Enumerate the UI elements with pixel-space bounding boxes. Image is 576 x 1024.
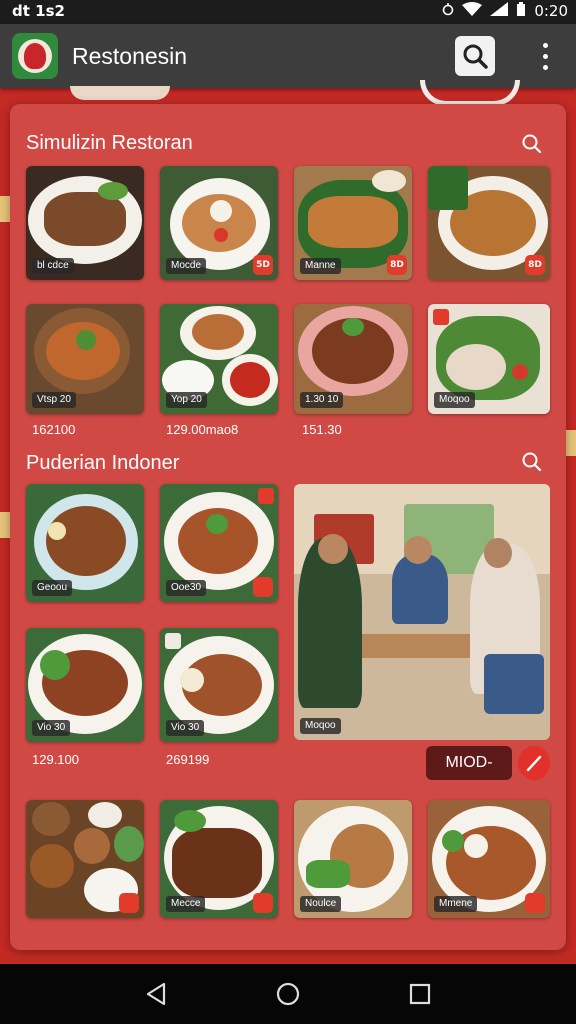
signal-icon [490,2,509,20]
search-icon [522,134,542,154]
nav-back-icon[interactable] [144,982,168,1006]
menu-item-card[interactable]: Mecce [160,800,278,918]
menu-item-card[interactable]: 1.30 10 [294,304,412,414]
navigation-bar [0,964,576,1024]
edit-button[interactable] [518,746,550,780]
menu-item-card[interactable]: Yop 20 [160,304,278,414]
menu-action-button[interactable]: MIOD- [426,746,512,780]
item-badge[interactable] [253,577,273,597]
item-corner-badge [433,309,449,325]
section-title: Puderian Indoner [26,452,180,474]
item-tag: Noulce [300,896,342,912]
status-bar: dt 1s2 0:20 [0,0,576,24]
item-tag: Mecce [166,896,206,912]
background-decor [566,430,576,456]
alarm-icon [442,2,454,20]
search-icon [463,44,488,69]
restaurant-photo[interactable]: Moqoo [294,484,550,740]
menu-item-card[interactable] [26,800,144,918]
nav-recents-icon[interactable] [408,982,432,1006]
app-bar: Restonesin [0,24,576,88]
app-title: Restonesin [72,43,188,69]
item-badge: 5D [253,255,273,275]
item-price: 151.30 [302,422,342,437]
menu-item-card[interactable]: Vio 30 [26,628,144,742]
nav-home-icon[interactable] [276,982,300,1006]
section-search-button[interactable] [520,132,544,156]
item-tag: Manne [300,258,341,274]
menu-item-card[interactable]: Manne 8D [294,166,412,280]
menu-item-card[interactable]: Mmene [428,800,550,918]
background-decor [420,80,520,106]
menu-item-card[interactable]: Geoou [26,484,144,602]
menu-item-card[interactable]: Vio 30 [160,628,278,742]
item-price: 269199 [166,752,210,767]
item-price: 129.00mao8 [166,422,239,437]
item-tag: Vio 30 [166,720,205,736]
search-icon [522,452,542,472]
battery-icon [516,2,526,20]
item-price: 162100 [32,422,76,437]
status-left-text: dt 1s2 [12,2,65,20]
background-decor [70,86,170,100]
item-tag: 1.30 10 [300,392,344,408]
section-search-button[interactable] [520,450,544,474]
menu-item-card[interactable]: Mocde 5D [160,166,278,280]
item-price: 129.100 [32,752,79,767]
section-title: Simulizin Restoran [26,132,193,154]
menu-item-card[interactable]: Noulce [294,800,412,918]
item-corner-badge [258,488,274,504]
item-badge[interactable] [525,893,545,913]
item-corner-badge [165,633,181,649]
item-badge[interactable] [253,893,273,913]
menu-item-card[interactable]: bl cdce [26,166,144,280]
item-tag: Geoou [32,580,73,596]
item-tag: Yop 20 [166,392,207,408]
photo-tag: Moqoo [300,718,341,734]
overflow-menu-button[interactable] [530,40,560,74]
menu-item-card[interactable]: 8D [428,166,550,280]
item-tag: Mmene [434,896,478,912]
edit-icon [526,755,542,772]
wifi-icon [462,2,483,20]
item-tag: Mocde [166,258,207,274]
item-tag: Ooe30 [166,580,207,596]
item-tag: Vio 30 [32,720,71,736]
item-badge[interactable] [119,893,139,913]
item-tag: Moqoo [434,392,475,408]
search-button[interactable] [455,36,495,76]
item-badge: 8D [387,255,407,275]
item-tag: Vtsp 20 [32,392,76,408]
menu-item-card[interactable]: Ooe30 [160,484,278,602]
item-tag: bl cdce [32,258,74,274]
item-badge: 8D [525,255,545,275]
menu-item-card[interactable]: Vtsp 20 [26,304,144,414]
restaurant-logo-icon [12,33,58,79]
status-time: 0:20 [534,2,568,20]
menu-item-card[interactable]: Moqoo [428,304,550,414]
